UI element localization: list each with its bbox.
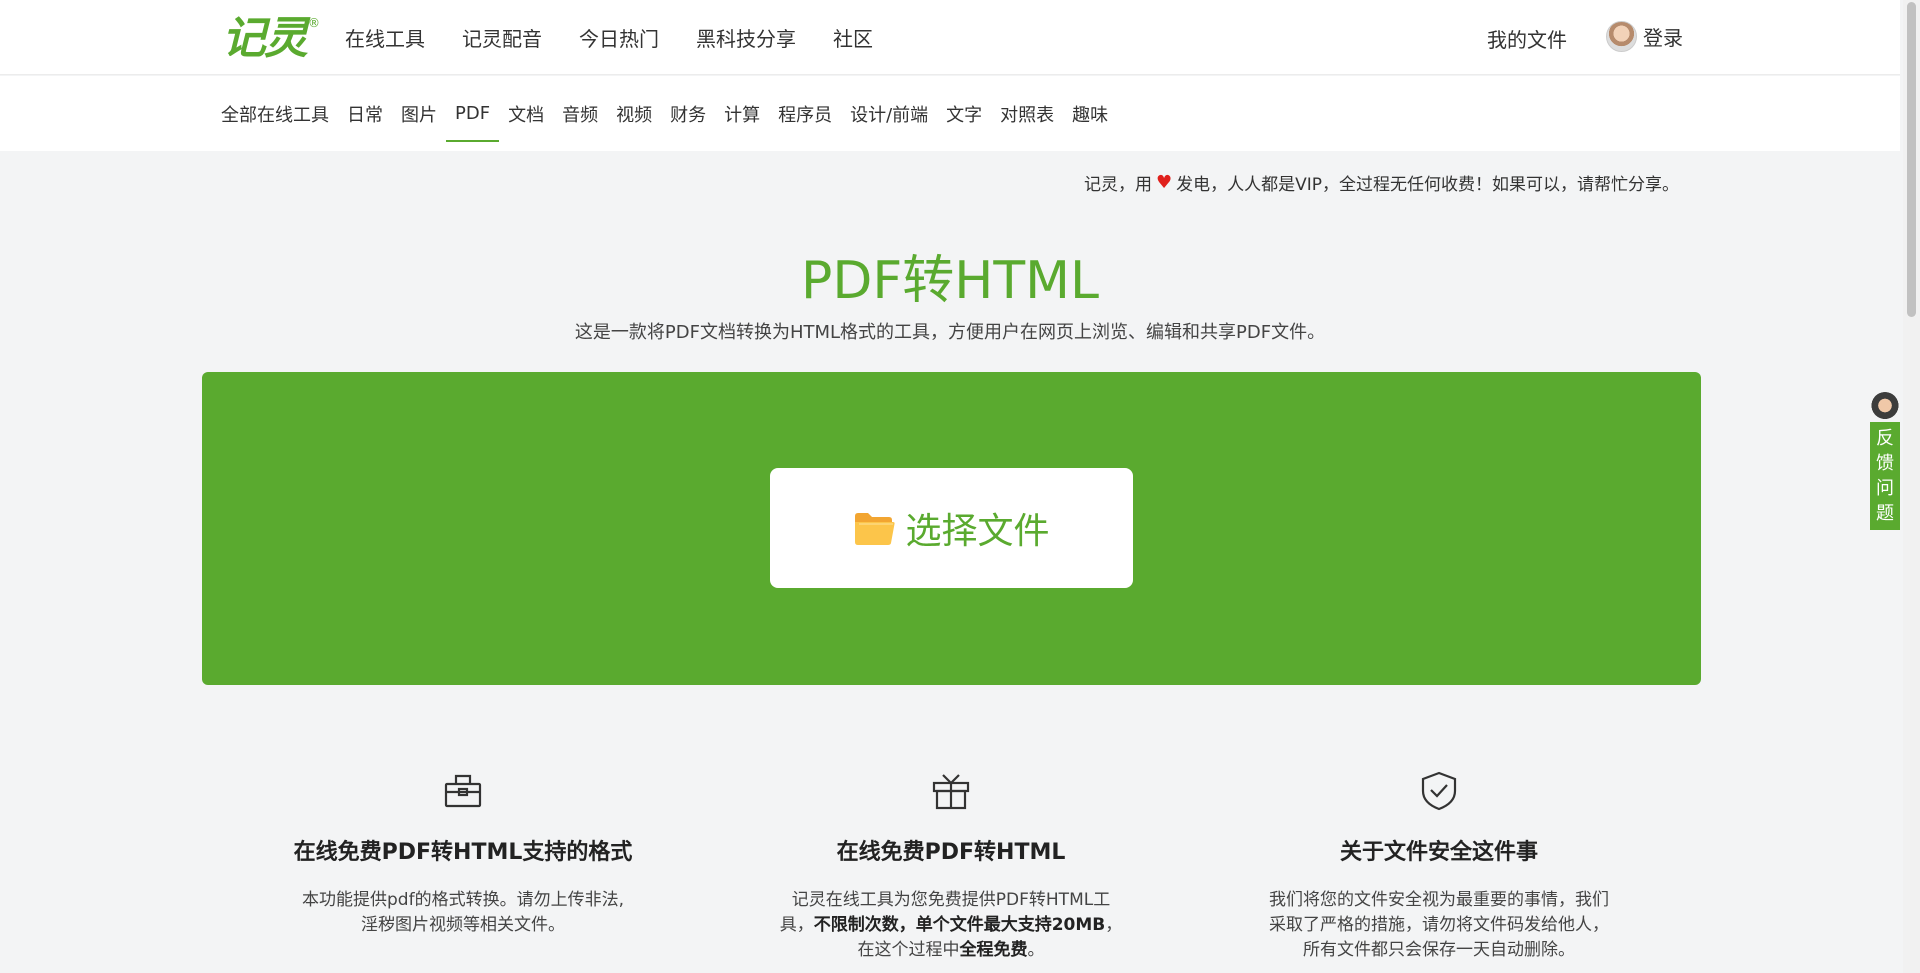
folder-icon [855,513,896,545]
page-scrollbar[interactable] [1903,0,1920,973]
logo-text: 记灵 [222,13,308,64]
feature-free: 在线免费PDF转HTML 记灵在线工具为您免费提供PDF转HTML工 具，不限制… [751,770,1151,963]
top-nav-tech-share[interactable]: 黑科技分享 [696,23,796,52]
feedback-avatar [1870,392,1900,422]
tab-text[interactable]: 文字 [937,76,991,151]
upload-drop-area[interactable]: 选择文件 [202,372,1701,685]
feature-formats-title: 在线免费PDF转HTML支持的格式 [293,840,633,865]
top-nav: 在线工具 记灵配音 今日热门 黑科技分享 社区 [345,0,910,75]
top-nav-dubbing[interactable]: 记灵配音 [462,23,542,52]
tab-image[interactable]: 图片 [392,76,446,151]
feature-security-text: 我们将您的文件安全视为最重要的事情，我们 采取了严格的措施，请勿将文件码发给他人… [1269,890,1609,960]
tab-video[interactable]: 视频 [607,76,661,151]
tab-document[interactable]: 文档 [499,76,553,151]
notice-text-before: 记灵，用 [1084,175,1152,195]
top-header: 记灵 ® 在线工具 记灵配音 今日热门 黑科技分享 社区 我的文件 登录 [0,0,1900,75]
tab-design-frontend[interactable]: 设计/前端 [841,76,937,151]
feature-formats: 在线免费PDF转HTML支持的格式 本功能提供pdf的格式转换。请勿上传非法, … [263,770,663,938]
tab-calculate[interactable]: 计算 [715,76,769,151]
vip-notice: 记灵，用 ♥ 发电，人人都是VIP，全过程无任何收费！如果可以，请帮忙分享。 [1084,170,1679,195]
notice-text-after: 发电，人人都是VIP，全过程无任何收费！如果可以，请帮忙分享。 [1176,175,1680,195]
tab-pdf[interactable]: PDF [446,76,500,151]
feature-security: 关于文件安全这件事 我们将您的文件安全视为最重要的事情，我们 采取了严格的措施，… [1239,770,1639,963]
site-logo[interactable]: 记灵 ® [222,14,320,64]
feature-security-title: 关于文件安全这件事 [1339,840,1538,865]
shield-check-icon [1421,771,1457,811]
login-button[interactable]: 登录 [1606,21,1683,52]
login-label: 登录 [1643,26,1683,50]
tab-programmer[interactable]: 程序员 [769,76,841,151]
tab-finance[interactable]: 财务 [661,76,715,151]
tab-fun[interactable]: 趣味 [1063,76,1117,151]
top-nav-community[interactable]: 社区 [833,23,873,52]
feedback-label: 反 馈 问 题 [1870,422,1900,530]
tab-daily[interactable]: 日常 [338,76,392,151]
heart-icon: ♥ [1156,172,1173,193]
choose-file-button[interactable]: 选择文件 [770,468,1133,588]
feedback-tab[interactable]: 反 馈 问 题 [1870,392,1900,530]
tab-all-tools[interactable]: 全部在线工具 [212,76,338,151]
category-nav: 全部在线工具 日常 图片 PDF 文档 音频 视频 财务 计算 程序员 设计/前… [0,76,1900,151]
page-title: PDF转HTML [800,251,1099,311]
tab-audio[interactable]: 音频 [553,76,607,151]
top-nav-trending[interactable]: 今日热门 [579,23,659,52]
top-nav-online-tools[interactable]: 在线工具 [345,23,425,52]
page-subtitle: 这是一款将PDF文档转换为HTML格式的工具，方便用户在网页上浏览、编辑和共享P… [574,322,1326,343]
toolbox-icon [444,774,482,808]
registered-mark: ® [308,16,320,30]
choose-file-label: 选择文件 [905,511,1050,552]
feature-formats-text: 本功能提供pdf的格式转换。请勿上传非法, 淫秽图片视频等相关文件。 [302,890,624,935]
feature-free-text: 记灵在线工具为您免费提供PDF转HTML工 具，不限制次数，单个文件最大支持20… [779,890,1123,960]
my-files-link[interactable]: 我的文件 [1487,24,1567,53]
scrollbar-thumb[interactable] [1907,2,1916,317]
avatar [1606,21,1637,52]
gift-icon [932,774,970,810]
feature-free-title: 在线免费PDF转HTML [836,840,1066,865]
tab-reference-table[interactable]: 对照表 [991,76,1063,151]
